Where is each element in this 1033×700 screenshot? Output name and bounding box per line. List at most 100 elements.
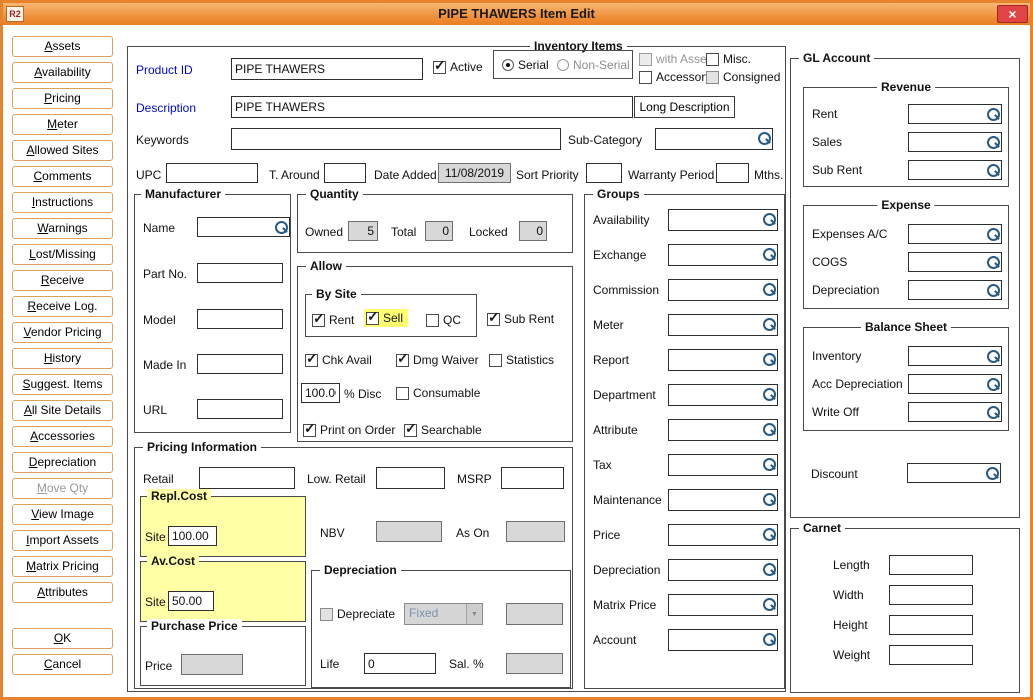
sidebar-button-suggest-items[interactable]: Suggest. Items [12,374,113,395]
sub-category-input[interactable] [656,129,755,149]
search-icon[interactable] [984,161,1001,179]
search-icon[interactable] [760,385,777,405]
search-icon[interactable] [760,455,777,475]
sidebar-button-depreciation[interactable]: Depreciation [12,452,113,473]
cancel-button[interactable]: Cancel [12,654,113,675]
sidebar-button-assets[interactable]: Assets [12,36,113,57]
sub-rent-checkbox[interactable]: Sub Rent [487,312,554,326]
sidebar-button-attributes[interactable]: Attributes [12,582,113,603]
ok-button[interactable]: OK [12,628,113,649]
sidebar-button-vendor-pricing[interactable]: Vendor Pricing [12,322,113,343]
search-icon[interactable] [760,560,777,580]
groups-depreciation-input[interactable] [669,560,760,580]
long-description-button[interactable]: Long Description [634,96,735,118]
active-checkbox[interactable]: Active [433,60,483,74]
repl-site-input[interactable] [168,526,217,546]
print-on-order-checkbox[interactable]: Print on Order [303,423,395,437]
search-icon[interactable] [760,490,777,510]
sidebar-button-matrix-pricing[interactable]: Matrix Pricing [12,556,113,577]
life-input[interactable] [364,653,436,674]
gl-expenses-ac-input[interactable] [909,225,984,243]
manufacturer-name-input[interactable] [198,218,272,236]
sidebar-button-lost-missing[interactable]: Lost/Missing [12,244,113,265]
gl-sales-input[interactable] [909,133,984,151]
search-icon[interactable] [984,347,1001,365]
consigned-checkbox[interactable]: Consigned [706,70,780,84]
search-icon[interactable] [984,403,1001,421]
sidebar-button-comments[interactable]: Comments [12,166,113,187]
sidebar-button-receive[interactable]: Receive [12,270,113,291]
search-icon[interactable] [984,225,1001,243]
groups-exchange-input[interactable] [669,245,760,265]
msrp-input[interactable] [501,467,564,489]
groups-price-input[interactable] [669,525,760,545]
gl-cogs-input[interactable] [909,253,984,271]
search-icon[interactable] [984,105,1001,123]
gl-inventory-input[interactable] [909,347,984,365]
groups-availability-input[interactable] [669,210,760,230]
groups-attribute-input[interactable] [669,420,760,440]
depreciate-checkbox[interactable]: Depreciate [320,607,395,621]
close-button[interactable]: × [997,5,1028,23]
consumable-checkbox[interactable]: Consumable [396,386,480,400]
gl-sub-rent-input[interactable] [909,161,984,179]
description-input[interactable] [231,96,633,118]
length-input[interactable] [889,555,973,575]
groups-maintenance-input[interactable] [669,490,760,510]
retail-input[interactable] [199,467,295,489]
groups-tax-input[interactable] [669,455,760,475]
sort-priority-input[interactable] [586,163,622,183]
groups-commission-input[interactable] [669,280,760,300]
warranty-period-input[interactable] [716,163,749,183]
sidebar-button-history[interactable]: History [12,348,113,369]
disc-input[interactable] [301,383,340,403]
sidebar-button-pricing[interactable]: Pricing [12,88,113,109]
search-icon[interactable] [760,595,777,615]
rent-checkbox[interactable]: Rent [312,313,354,327]
made-in-input[interactable] [197,354,283,374]
non-serial-radio[interactable]: Non-Serial [557,58,630,72]
sidebar-button-allowed-sites[interactable]: Allowed Sites [12,140,113,161]
statistics-checkbox[interactable]: Statistics [489,353,554,367]
misc-checkbox[interactable]: Misc. [706,52,751,66]
search-icon[interactable] [984,375,1001,393]
search-icon[interactable] [760,280,777,300]
gl-depreciation-input[interactable] [909,281,984,299]
sidebar-button-meter[interactable]: Meter [12,114,113,135]
sidebar-button-availability[interactable]: Availability [12,62,113,83]
search-icon[interactable] [760,245,777,265]
gl-rent-input[interactable] [909,105,984,123]
discount-input[interactable] [908,464,983,482]
search-icon[interactable] [983,464,1000,482]
model-input[interactable] [197,309,283,329]
sidebar-button-view-image[interactable]: View Image [12,504,113,525]
qc-checkbox[interactable]: QC [426,313,461,327]
groups-meter-input[interactable] [669,315,760,335]
search-icon[interactable] [984,133,1001,151]
low-retail-input[interactable] [376,467,445,489]
search-icon[interactable] [760,350,777,370]
search-icon[interactable] [984,281,1001,299]
dmg-waiver-checkbox[interactable]: Dmg Waiver [396,353,479,367]
height-input[interactable] [889,615,973,635]
search-icon[interactable] [760,525,777,545]
width-input[interactable] [889,585,973,605]
search-icon[interactable] [272,218,289,236]
groups-matrix-price-input[interactable] [669,595,760,615]
upc-input[interactable] [166,163,258,183]
search-icon[interactable] [760,315,777,335]
groups-account-input[interactable] [669,630,760,650]
search-icon[interactable] [760,420,777,440]
accessory-checkbox[interactable]: Accessory [639,70,711,84]
part-no-input[interactable] [197,263,283,283]
sidebar-button-instructions[interactable]: Instructions [12,192,113,213]
groups-report-input[interactable] [669,350,760,370]
gl-acc-depreciation-input[interactable] [909,375,984,393]
sidebar-button-warnings[interactable]: Warnings [12,218,113,239]
sidebar-button-import-assets[interactable]: Import Assets [12,530,113,551]
search-icon[interactable] [984,253,1001,271]
url-input[interactable] [197,399,283,419]
weight-input[interactable] [889,645,973,665]
search-icon[interactable] [755,129,772,149]
search-icon[interactable] [760,630,777,650]
